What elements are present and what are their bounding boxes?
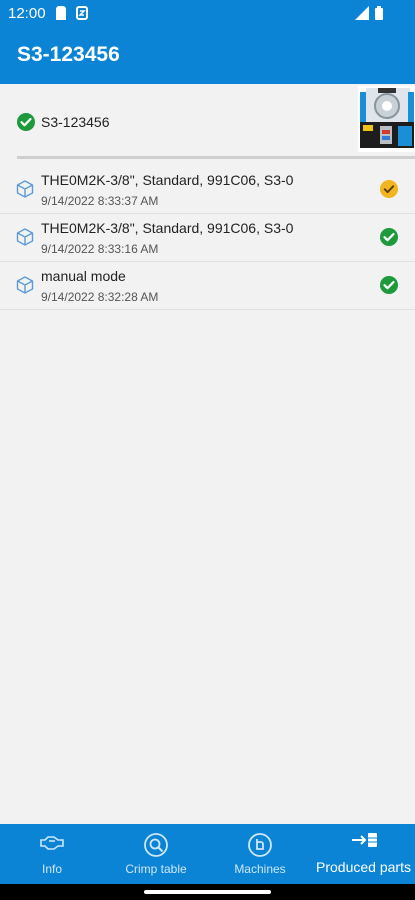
- system-navigation-bar: [0, 884, 415, 900]
- nav-item-machines[interactable]: Machines: [208, 824, 312, 884]
- nav-item-crimp-table[interactable]: Crimp table: [104, 824, 208, 884]
- app-bar: S3-123456: [0, 28, 415, 84]
- warning-check-icon: [380, 180, 398, 203]
- list-item[interactable]: THE0M2K-3/8", Standard, 991C06, S3-0 9/1…: [0, 214, 415, 262]
- info-icon: [39, 832, 65, 857]
- nav-label: Crimp table: [125, 862, 187, 876]
- produced-parts-list: THE0M2K-3/8", Standard, 991C06, S3-0 9/1…: [0, 166, 415, 310]
- nav-item-produced-parts[interactable]: Produced parts: [312, 824, 415, 884]
- check-circle-icon: [17, 113, 35, 136]
- signal-icon: [355, 6, 369, 25]
- nav-label: Machines: [234, 862, 286, 876]
- machine-icon: [247, 832, 273, 863]
- part-timestamp: 9/14/2022 8:33:37 AM: [41, 194, 159, 208]
- produced-parts-icon: [350, 832, 378, 853]
- part-title: THE0M2K-3/8", Standard, 991C06, S3-0: [41, 220, 294, 236]
- home-gesture-handle[interactable]: [144, 890, 271, 894]
- list-item[interactable]: manual mode 9/14/2022 8:32:28 AM: [0, 262, 415, 310]
- machine-image: [358, 86, 415, 152]
- machine-header[interactable]: S3-123456: [0, 86, 415, 156]
- sim-icon: [56, 6, 66, 25]
- status-bar: 12:00: [0, 0, 415, 28]
- status-time: 12:00: [8, 5, 46, 22]
- battery-icon: [375, 6, 383, 25]
- list-item[interactable]: THE0M2K-3/8", Standard, 991C06, S3-0 9/1…: [0, 166, 415, 214]
- bottom-navigation: Info Crimp table Machines Produced parts: [0, 824, 415, 884]
- part-timestamp: 9/14/2022 8:33:16 AM: [41, 242, 159, 256]
- box-icon: [16, 228, 34, 251]
- nav-label: Info: [41, 862, 62, 876]
- part-timestamp: 9/14/2022 8:32:28 AM: [41, 290, 159, 304]
- box-icon: [16, 180, 34, 203]
- nav-item-info[interactable]: Info: [0, 824, 104, 884]
- search-icon: [143, 832, 169, 863]
- check-circle-icon: [380, 228, 398, 251]
- sync-icon: [76, 6, 88, 25]
- page-title: S3-123456: [17, 43, 120, 66]
- nav-label: Produced parts: [316, 859, 411, 875]
- box-icon: [16, 276, 34, 299]
- divider: [17, 156, 415, 159]
- machine-name: S3-123456: [41, 114, 110, 130]
- part-title: THE0M2K-3/8", Standard, 991C06, S3-0: [41, 172, 294, 188]
- part-title: manual mode: [41, 268, 126, 284]
- check-circle-icon: [380, 276, 398, 299]
